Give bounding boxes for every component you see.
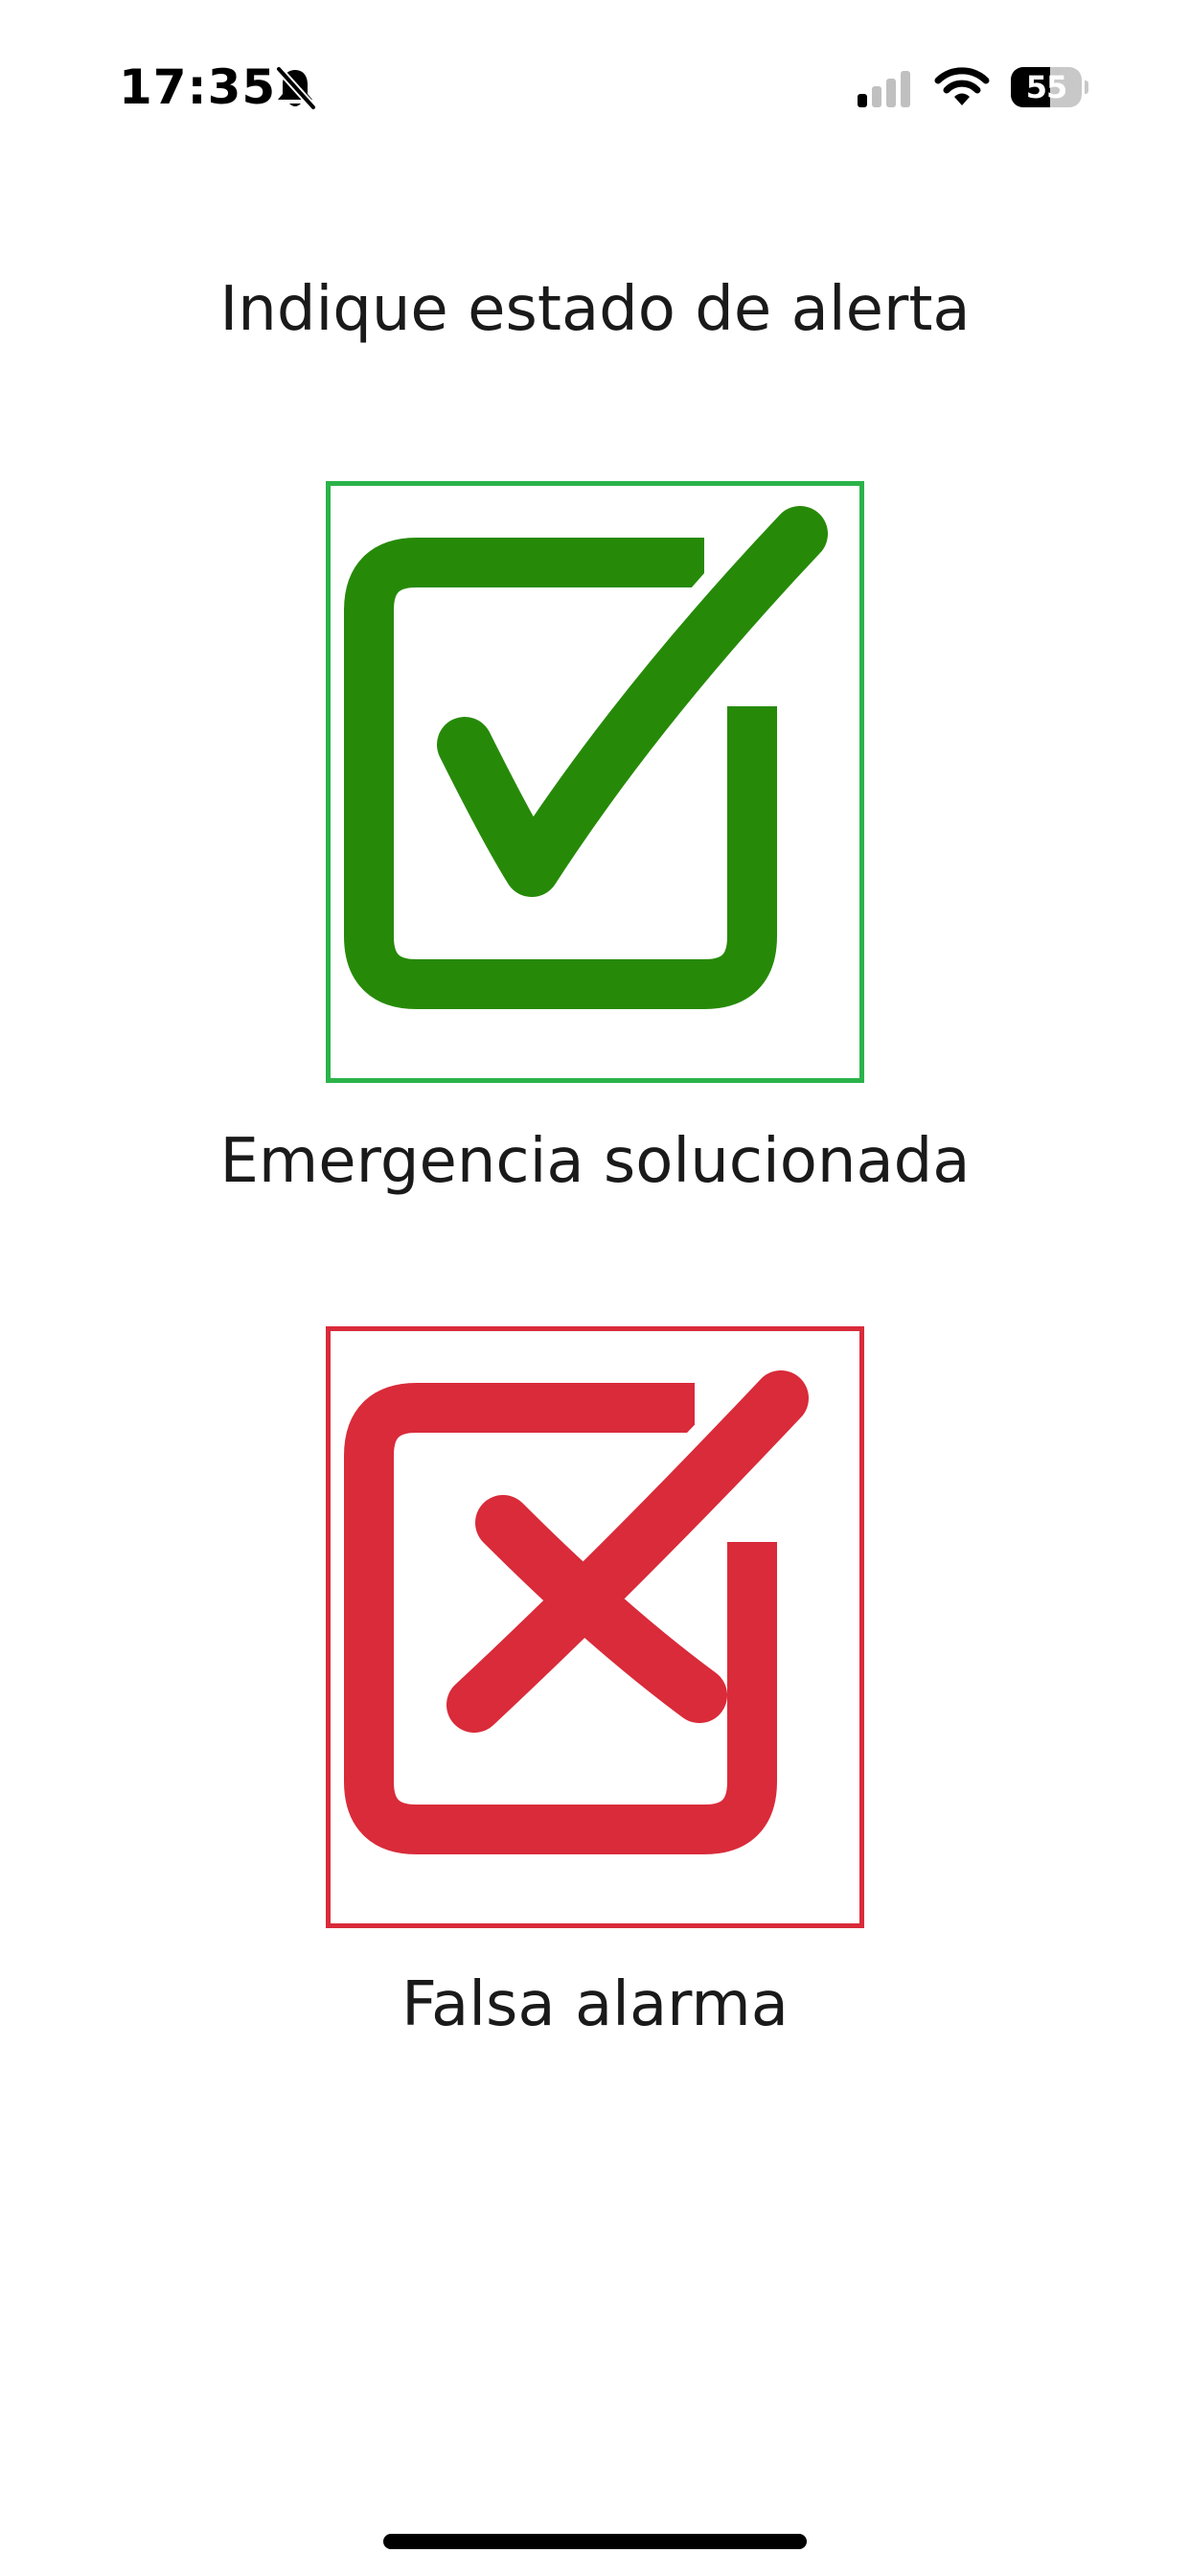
- battery-indicator: 55: [1011, 67, 1088, 107]
- home-indicator[interactable]: [383, 2534, 807, 2549]
- battery-level: 55: [1025, 69, 1068, 105]
- page-title: Indique estado de alerta: [219, 274, 971, 345]
- false-alarm-label: Falsa alarma: [401, 1969, 789, 2040]
- false-alarm-button[interactable]: [326, 1326, 864, 1928]
- status-time: 17:35: [119, 59, 277, 115]
- bell-muted-icon: [275, 65, 317, 111]
- wifi-icon: [934, 67, 990, 105]
- emergency-solved-label: Emergencia solucionada: [219, 1126, 971, 1197]
- status-bar: 17:35 55: [0, 0, 1190, 182]
- cross-box-icon: [344, 1354, 825, 1854]
- emergency-solved-button[interactable]: [326, 481, 864, 1083]
- check-box-icon: [344, 490, 844, 1009]
- cellular-signal-icon: [858, 71, 910, 107]
